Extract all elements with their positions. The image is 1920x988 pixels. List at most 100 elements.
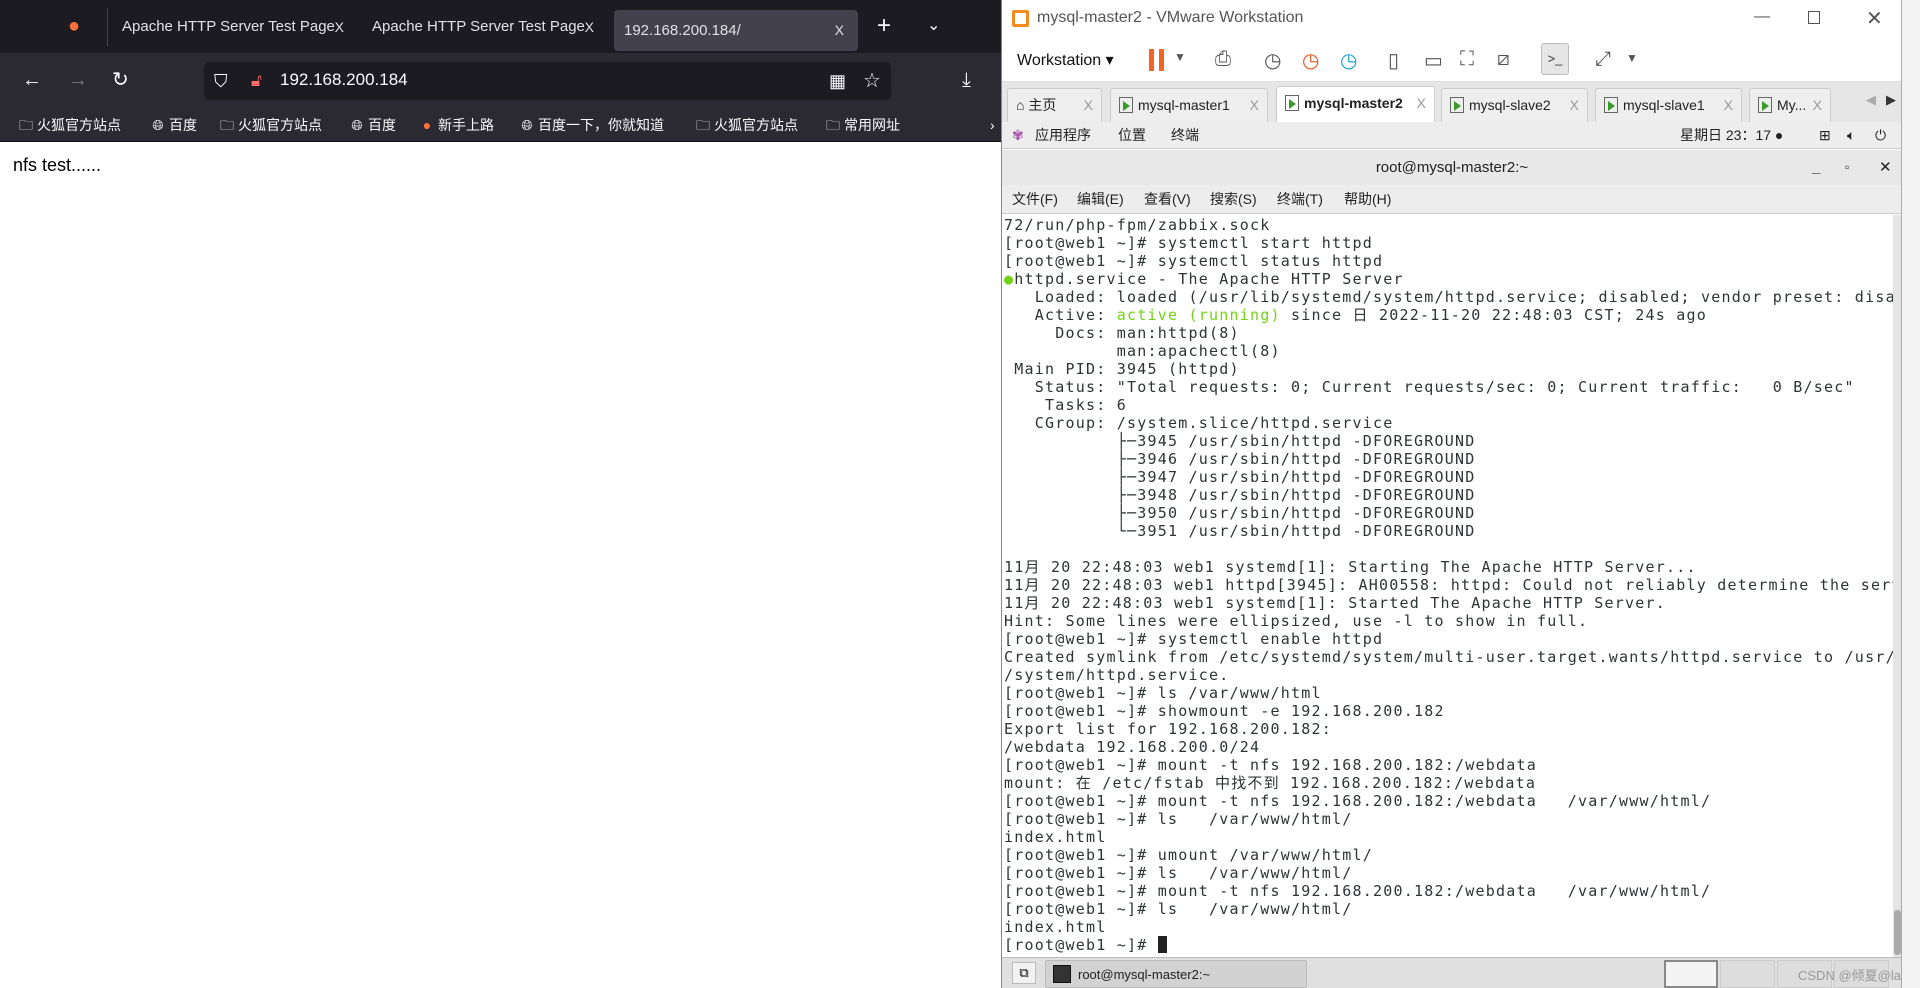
bookmark-item[interactable]: 🗀 常用网址 [825, 115, 900, 135]
tab-mysql-slave1[interactable]: mysql-slave1 X [1595, 88, 1742, 122]
tab-my-more[interactable]: My... X [1749, 88, 1831, 122]
shield-icon[interactable]: ⛉ [214, 71, 228, 91]
folder-icon: 🗀 [220, 117, 234, 133]
scroll-tabs-right-icon[interactable]: ▶ [1886, 92, 1896, 108]
menu-help[interactable]: 帮助(H) [1344, 185, 1391, 214]
applications-icon: ✾ [1012, 127, 1024, 143]
menu-terminal[interactable]: 终端(T) [1277, 185, 1323, 214]
scroll-tabs-left-icon[interactable]: ◀ [1866, 92, 1876, 108]
chevron-down-icon[interactable]: ⌄ [927, 16, 940, 36]
close-button[interactable]: ✕ [1879, 150, 1892, 185]
background-window-edge [1901, 0, 1920, 988]
maximize-button[interactable] [1808, 11, 1820, 24]
menu-search[interactable]: 搜索(S) [1210, 185, 1257, 214]
thumbnail-bar-icon[interactable]: ▭ [1424, 48, 1443, 73]
close-icon[interactable]: X [1250, 89, 1259, 121]
bookmark-label: 新手上路 [438, 117, 494, 133]
stretch-icon[interactable]: ⤢ [1595, 48, 1611, 71]
close-icon[interactable]: X [835, 10, 844, 51]
close-icon[interactable]: X [335, 10, 344, 44]
close-icon[interactable]: X [1813, 89, 1822, 121]
star-icon[interactable]: ☆ [863, 71, 881, 91]
pause-icon[interactable] [1149, 49, 1164, 71]
menu-view[interactable]: 查看(V) [1144, 185, 1191, 214]
bookmark-item[interactable]: 🌐︎ 百度 [349, 115, 396, 135]
chevron-down-icon[interactable]: ▼ [1174, 50, 1186, 64]
tab-label: mysql-slave2 [1469, 97, 1551, 113]
terminal-line: [root@web1 ~]# mount -t nfs 192.168.200.… [1004, 756, 1893, 774]
line-text: ├─3950 /usr/sbin/httpd -DFOREGROUND [1004, 504, 1476, 522]
bookmark-item[interactable]: 🗀 火狐官方站点 [695, 115, 798, 135]
fullscreen-icon[interactable]: ⛶ [1460, 48, 1474, 71]
tab-apache-1[interactable]: Apache HTTP Server Test Page X [112, 10, 352, 44]
volume-icon[interactable]: 🔈︎ [1847, 122, 1855, 149]
qr-code-icon[interactable]: ▦ [829, 71, 846, 91]
line-text: [root@web1 ~]# mount -t nfs 192.168.200.… [1004, 882, 1712, 900]
unity-icon[interactable]: ⧄ [1497, 48, 1510, 71]
tab-mysql-slave2[interactable]: mysql-slave2 X [1441, 88, 1588, 122]
scrollbar-thumb[interactable] [1894, 910, 1901, 955]
clock[interactable]: 星期日 23：17 ● [1680, 122, 1783, 149]
workspace-1[interactable] [1664, 960, 1718, 988]
bookmark-item[interactable]: 🗀 火狐官方站点 [219, 115, 322, 135]
chevron-down-icon[interactable]: ▼ [1626, 51, 1638, 65]
terminal-line: [root@web1 ~]# showmount -e 192.168.200.… [1004, 702, 1893, 720]
show-desktop-button[interactable]: ⧉ [1012, 962, 1036, 984]
close-button[interactable]: ✕ [1866, 6, 1883, 31]
tab-mysql-master1[interactable]: mysql-master1 X [1110, 88, 1268, 122]
url-bar[interactable]: ⛉ 🔓︎ 192.168.200.184 ▦ ☆ [204, 62, 891, 100]
menu-terminal[interactable]: 终端 [1171, 122, 1199, 149]
minimize-button[interactable]: _ [1812, 150, 1820, 185]
console-view-button[interactable]: >_ [1541, 43, 1569, 75]
revert-snapshot-icon[interactable]: ◷ [1302, 48, 1319, 73]
menu-places[interactable]: 位置 [1118, 122, 1146, 149]
window-title: mysql-master2 - VMware Workstation [1037, 9, 1304, 26]
forward-icon[interactable]: → [68, 70, 88, 90]
url-text[interactable]: 192.168.200.184 [280, 70, 408, 90]
bookmark-item[interactable]: ● 新手上路 [419, 115, 494, 135]
insecure-lock-icon[interactable]: 🔓︎ [251, 71, 262, 91]
divider [107, 8, 108, 46]
close-icon[interactable]: X [1417, 87, 1426, 119]
maximize-button[interactable]: ▫ [1845, 150, 1849, 185]
close-icon[interactable]: X [1570, 89, 1579, 121]
minimize-button[interactable]: — [1754, 8, 1770, 26]
line-text: 72/run/php-fpm/zabbix.sock [1004, 216, 1271, 234]
terminal-line: /system/httpd.service. [1004, 666, 1893, 684]
close-icon[interactable]: X [585, 10, 594, 44]
line-text: ├─3946 /usr/sbin/httpd -DFOREGROUND [1004, 450, 1476, 468]
reload-icon[interactable]: ↻ [112, 70, 129, 90]
menu-edit[interactable]: 编辑(E) [1077, 185, 1124, 214]
bookmark-item[interactable]: 🌐︎ 百度一下，你就知道 [519, 115, 664, 135]
bookmark-item[interactable]: 🌐︎ 百度 [150, 115, 197, 135]
firefox-icon: ● [68, 15, 81, 37]
close-icon[interactable]: X [1724, 89, 1733, 121]
taskbar-terminal-button[interactable]: root@mysql-master2:~ [1045, 960, 1307, 988]
terminal-output[interactable]: 72/run/php-fpm/zabbix.sock [root@web1 ~]#… [1002, 215, 1893, 957]
workspace-2[interactable] [1720, 960, 1775, 988]
workstation-menu[interactable]: Workstation ▾ [1017, 50, 1114, 70]
download-icon[interactable]: ⤓ [962, 70, 971, 90]
bookmark-item[interactable]: 🗀 火狐官方站点 [18, 115, 121, 135]
sidebar-toggle-icon[interactable]: ▯ [1388, 48, 1399, 73]
snapshot-icon[interactable]: ◷ [1264, 48, 1281, 73]
back-icon[interactable]: ← [22, 70, 42, 90]
menu-applications[interactable]: 应用程序 [1035, 122, 1091, 149]
bookmark-label: 百度一下，你就知道 [538, 117, 664, 133]
send-keys-icon[interactable]: ⎙ [1215, 48, 1231, 71]
line-text: mount: 在 /etc/fstab 中找不到 192.168.200.182… [1004, 774, 1537, 792]
tab-apache-2[interactable]: Apache HTTP Server Test Page X [362, 10, 602, 44]
terminal-line: ├─3947 /usr/sbin/httpd -DFOREGROUND [1004, 468, 1893, 486]
tab-active[interactable]: 192.168.200.184/X [614, 10, 858, 51]
more-bookmarks-icon[interactable]: › [990, 115, 995, 135]
menu-file[interactable]: 文件(F) [1012, 185, 1058, 214]
power-icon[interactable]: ⏻ [1875, 122, 1886, 149]
close-icon[interactable]: X [1084, 89, 1093, 121]
active-since: since 日 2022-11-20 22:48:03 CST; 24s ago [1280, 306, 1708, 324]
new-tab-button[interactable]: + [877, 14, 891, 38]
snapshot-manager-icon[interactable]: ◷ [1340, 48, 1357, 73]
network-icon[interactable]: ⊞ [1819, 122, 1831, 149]
tab-mysql-master2[interactable]: mysql-master2 X [1276, 86, 1435, 122]
tab-home[interactable]: ⌂ 主页 X [1007, 88, 1102, 122]
